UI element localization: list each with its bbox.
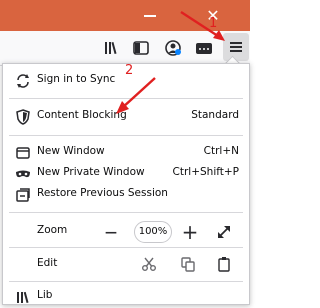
cut-icon[interactable]	[141, 256, 157, 272]
sidebar-icon[interactable]	[131, 38, 151, 58]
new-private-window-shortcut: Ctrl+Shift+P	[172, 166, 239, 178]
menu-separator	[9, 135, 243, 136]
library-menu-icon	[17, 291, 29, 304]
restore-session-icon	[16, 188, 30, 202]
new-private-window-label: New Private Window	[37, 166, 145, 178]
menu-separator	[9, 212, 243, 213]
menu-item-restore-session[interactable]: Restore Previous Session	[3, 184, 249, 206]
new-window-shortcut: Ctrl+N	[203, 145, 239, 157]
new-window-label: New Window	[37, 145, 105, 157]
annotation-arrow-2	[116, 77, 156, 114]
content-blocking-value: Standard	[191, 109, 239, 121]
fullscreen-icon[interactable]	[216, 224, 232, 240]
private-mask-icon	[16, 170, 30, 178]
shield-icon	[16, 109, 30, 125]
sync-icon	[17, 74, 29, 88]
zoom-label: Zoom	[37, 224, 68, 236]
annotation-arrow-1	[180, 10, 225, 41]
menu-separator	[9, 281, 243, 282]
menu-item-new-window[interactable]: New Window Ctrl+N	[3, 142, 249, 164]
zoom-reset-button[interactable]: 100%	[134, 221, 172, 243]
zoom-out-button[interactable]: —	[98, 221, 124, 245]
menu-separator	[9, 247, 243, 248]
copy-icon[interactable]	[180, 256, 196, 272]
minimize-icon[interactable]	[144, 15, 156, 17]
menu-item-new-private-window[interactable]: New Private Window Ctrl+Shift+P	[3, 163, 249, 185]
library-label: Lib	[37, 289, 53, 301]
library-icon[interactable]	[102, 38, 122, 58]
new-window-icon	[16, 147, 30, 159]
menu-item-library[interactable]: Lib	[3, 286, 249, 308]
sign-in-sync-label: Sign in to Sync	[37, 73, 116, 85]
zoom-in-button[interactable]: +	[177, 221, 203, 245]
paste-icon[interactable]	[216, 256, 232, 272]
edit-label: Edit	[37, 257, 58, 269]
restore-session-label: Restore Previous Session	[37, 187, 168, 199]
